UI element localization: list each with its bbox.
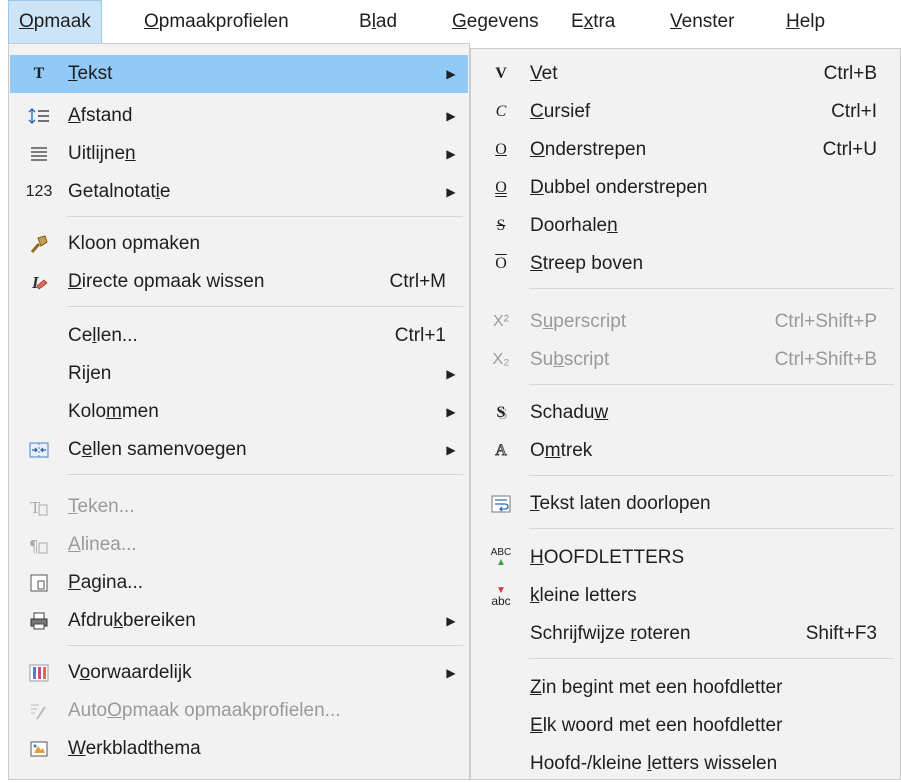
italic-icon: C bbox=[495, 103, 507, 120]
menu-item-kolommen[interactable]: Kolommen ▶ bbox=[10, 393, 468, 431]
menu-item-omtrek[interactable]: A Omtrek bbox=[472, 432, 899, 470]
menu-item-subscript[interactable]: X₂ Subscript Ctrl+Shift+B bbox=[472, 341, 899, 379]
strikethrough-icon: S bbox=[496, 217, 506, 234]
menu-item-superscript[interactable]: X² Superscript Ctrl+Shift+P bbox=[472, 303, 899, 341]
menu-item-alinea[interactable]: ¶ Alinea... bbox=[10, 526, 468, 564]
menubar-blad[interactable]: Blad bbox=[349, 0, 407, 44]
print-range-icon bbox=[10, 611, 68, 631]
uppercase-icon: ABC ▲ bbox=[490, 547, 512, 568]
align-icon bbox=[10, 146, 68, 162]
submenu-arrow-icon: ▶ bbox=[446, 666, 456, 680]
svg-text:¶: ¶ bbox=[30, 536, 38, 555]
clear-formatting-icon: I bbox=[10, 272, 68, 292]
menubar-venster[interactable]: Venster bbox=[660, 0, 744, 44]
menu-separator bbox=[529, 384, 894, 385]
spacing-icon bbox=[10, 108, 68, 124]
menu-item-getalnotatie[interactable]: 123 Getalnotatie ▶ bbox=[10, 173, 468, 211]
menu-item-zin-begint-met-hoofdletter[interactable]: Zin begint met een hoofdletter bbox=[472, 669, 899, 707]
submenu-arrow-icon: ▶ bbox=[446, 109, 456, 123]
menu-separator bbox=[529, 528, 894, 529]
menu-item-cellen[interactable]: Cellen... Ctrl+1 bbox=[10, 317, 468, 355]
underline-icon: O bbox=[495, 141, 507, 158]
menu-separator bbox=[529, 475, 894, 476]
menu-item-pagina[interactable]: Pagina... bbox=[10, 564, 468, 602]
menu-item-uitlijnen[interactable]: Uitlijnen ▶ bbox=[10, 135, 468, 173]
menu-item-autoopmaak[interactable]: AutoOpmaak opmaakprofielen... bbox=[10, 692, 468, 730]
submenu-arrow-icon: ▶ bbox=[446, 67, 456, 81]
submenu-arrow-icon: ▶ bbox=[446, 405, 456, 419]
menu-item-afstand[interactable]: Afstand ▶ bbox=[10, 97, 468, 135]
menu-item-rijen[interactable]: Rijen ▶ bbox=[10, 355, 468, 393]
menu-item-tekst[interactable]: T Tekst ▶ bbox=[10, 55, 468, 93]
conditional-format-icon bbox=[10, 664, 68, 682]
menu-item-hoofdletters[interactable]: ABC ▲ HOOFDLETTERS bbox=[472, 539, 899, 577]
submenu-arrow-icon: ▶ bbox=[446, 443, 456, 457]
menubar-opmaakprofielen[interactable]: Opmaakprofielen bbox=[134, 0, 299, 44]
menu-item-voorwaardelijk[interactable]: Voorwaardelijk ▶ bbox=[10, 654, 468, 692]
menu-item-cellen-samenvoegen[interactable]: Cellen samenvoegen ▶ bbox=[10, 431, 468, 469]
character-icon: T bbox=[10, 497, 68, 517]
menu-item-teken[interactable]: T Teken... bbox=[10, 488, 468, 526]
shadow-icon: S bbox=[496, 404, 506, 421]
menu-separator bbox=[67, 306, 463, 307]
menubar-gegevens[interactable]: Gegevens bbox=[442, 0, 549, 44]
menubar: Opmaak Opmaakprofielen Blad Gegevens Ext… bbox=[0, 0, 901, 44]
menu-item-tekst-laten-doorlopen[interactable]: Tekst laten doorlopen bbox=[472, 485, 899, 523]
merge-cells-icon bbox=[10, 442, 68, 458]
menu-item-afdrukbereiken[interactable]: Afdrukbereiken ▶ bbox=[10, 602, 468, 640]
menu-item-doorhalen[interactable]: S Doorhalen bbox=[472, 207, 899, 245]
sheet-theme-icon bbox=[10, 739, 68, 759]
menu-item-werkbladthema[interactable]: Werkbladthema bbox=[10, 730, 468, 768]
subscript-icon: X₂ bbox=[492, 351, 510, 368]
menu-item-vet[interactable]: V Vet Ctrl+B bbox=[472, 55, 899, 93]
number-format-icon: 123 bbox=[25, 183, 53, 200]
wrap-text-icon bbox=[472, 495, 530, 513]
submenu-arrow-icon: ▶ bbox=[446, 185, 456, 199]
menu-separator bbox=[67, 645, 463, 646]
submenu-arrow-icon: ▶ bbox=[446, 367, 456, 381]
menu-item-kloon-opmaken[interactable]: Kloon opmaken bbox=[10, 225, 468, 263]
submenu-arrow-icon: ▶ bbox=[446, 614, 456, 628]
text-icon: T bbox=[33, 65, 45, 82]
menu-item-streep-boven[interactable]: O Streep boven bbox=[472, 245, 899, 283]
menu-separator bbox=[67, 216, 463, 217]
menu-item-letters-wisselen[interactable]: Hoofd-/kleine letters wisselen bbox=[472, 745, 899, 783]
tekst-submenu: V Vet Ctrl+B C Cursief Ctrl+I O Onderstr… bbox=[470, 48, 901, 780]
menu-item-schaduw[interactable]: S Schaduw bbox=[472, 394, 899, 432]
paragraph-icon: ¶ bbox=[10, 535, 68, 555]
submenu-arrow-icon: ▶ bbox=[446, 147, 456, 161]
lowercase-icon: ▼ abc bbox=[491, 585, 511, 608]
menu-separator bbox=[67, 474, 463, 475]
menubar-help[interactable]: Help bbox=[776, 0, 835, 44]
menu-item-cursief[interactable]: C Cursief Ctrl+I bbox=[472, 93, 899, 131]
clone-formatting-icon bbox=[10, 234, 68, 254]
menu-item-kleine-letters[interactable]: ▼ abc kleine letters bbox=[472, 577, 899, 615]
menu-item-schrijfwijze-roteren[interactable]: Schrijfwijze roteren Shift+F3 bbox=[472, 615, 899, 653]
outline-icon: A bbox=[495, 442, 508, 460]
menubar-extra[interactable]: Extra bbox=[561, 0, 625, 44]
page-icon bbox=[10, 573, 68, 593]
menu-separator bbox=[529, 658, 894, 659]
double-underline-icon: O bbox=[495, 179, 507, 196]
menubar-opmaak[interactable]: Opmaak bbox=[8, 0, 102, 44]
menu-item-directe-opmaak-wissen[interactable]: I Directe opmaak wissen Ctrl+M bbox=[10, 263, 468, 301]
autoformat-icon bbox=[10, 701, 68, 721]
menu-item-dubbel-onderstrepen[interactable]: O Dubbel onderstrepen bbox=[472, 169, 899, 207]
superscript-icon: X² bbox=[493, 313, 509, 330]
bold-icon: V bbox=[495, 65, 507, 82]
menu-item-onderstrepen[interactable]: O Onderstrepen Ctrl+U bbox=[472, 131, 899, 169]
menu-item-elk-woord-met-hoofdletter[interactable]: Elk woord met een hoofdletter bbox=[472, 707, 899, 745]
menu-separator bbox=[529, 288, 894, 289]
overline-icon: O bbox=[495, 255, 507, 272]
opmaak-menu: T Tekst ▶ Afstand ▶ Uitlijnen ▶ 123 Geta… bbox=[8, 43, 470, 780]
